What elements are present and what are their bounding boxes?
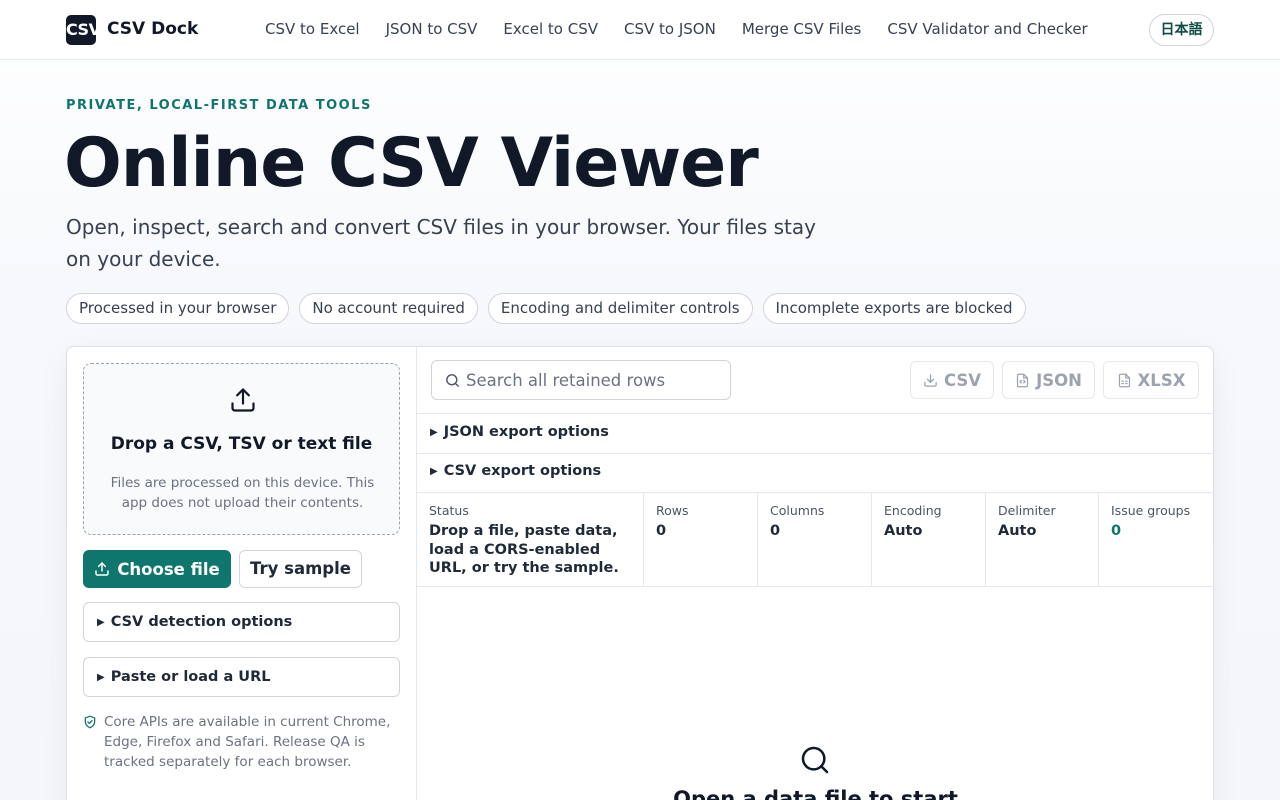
export-json-label: JSON [1036,370,1082,390]
stat-issue-groups: Issue groups 0 [1099,492,1214,586]
stat-label: Columns [770,503,825,518]
language-switch-button[interactable]: 日本語 [1149,14,1214,46]
stat-value: Auto [998,523,1037,539]
json-export-options-label: JSON export options [443,424,609,440]
hero-eyebrow: PRIVATE, LOCAL-FIRST DATA TOOLS [66,98,372,113]
file-spreadsheet-icon [1118,373,1130,387]
viewer-panel: Drop a CSV, TSV or text file Files are p… [66,346,1214,800]
export-json-button[interactable]: JSON [1002,361,1095,399]
csv-detection-label: CSV detection options [110,614,293,630]
search-icon [446,374,459,387]
feature-pill: Encoding and delimiter controls [487,293,753,324]
empty-state-title: Open a data file to start [673,787,958,800]
dropzone-title: Drop a CSV, TSV or text file [110,434,373,454]
stat-value: 0 [1111,523,1122,539]
page-title: Online CSV Viewer [64,124,759,203]
divider [417,453,1214,454]
stat-delimiter: Delimiter Auto [986,492,1099,586]
upload-icon [95,562,110,576]
nav-merge-csv[interactable]: Merge CSV Files [742,20,862,38]
disclosure-triangle-icon: ▶ [97,617,105,628]
search-icon [801,746,829,774]
stat-columns: Columns 0 [758,492,872,586]
file-code-icon [1016,373,1029,387]
stats-bar: Status Drop a file, paste data, load a C… [417,492,1214,587]
export-csv-label: CSV [943,370,982,390]
search-input[interactable] [466,363,720,397]
nav-json-to-csv[interactable]: JSON to CSV [386,20,478,38]
feature-pills: Processed in your browser No account req… [66,293,1026,324]
disclosure-triangle-icon: ▶ [97,672,105,683]
hero-subtitle: Open, inspect, search and convert CSV fi… [66,215,816,271]
file-dropzone[interactable]: Drop a CSV, TSV or text file Files are p… [83,363,400,535]
top-bar: CSV CSV Dock CSV to Excel JSON to CSV Ex… [0,0,1280,60]
export-xlsx-button[interactable]: XLSX [1103,361,1199,399]
json-export-options-toggle[interactable]: ▶ JSON export options [430,424,609,440]
stat-value: Auto [884,523,923,539]
status-message: Drop a file, paste data, load a CORS-ena… [429,523,619,576]
divider [417,413,1214,414]
stat-value: 0 [656,523,667,539]
feature-pill: No account required [299,293,478,324]
stat-encoding: Encoding Auto [872,492,986,586]
main-nav: CSV to Excel JSON to CSV Excel to CSV CS… [265,20,1088,38]
feature-pill: Incomplete exports are blocked [762,293,1026,324]
brand-name[interactable]: CSV Dock [107,19,198,39]
dropzone-note: Files are processed on this device. This… [110,475,375,511]
search-box[interactable] [431,360,731,400]
paste-url-label: Paste or load a URL [110,669,271,685]
upload-icon [231,388,255,412]
compat-text: Core APIs are available in current Chrom… [104,714,391,770]
stat-label: Issue groups [1111,503,1191,518]
stat-rows: Rows 0 [644,492,758,586]
nav-excel-to-csv[interactable]: Excel to CSV [503,20,598,38]
logo-icon[interactable]: CSV [66,15,96,45]
disclosure-triangle-icon: ▶ [430,427,438,438]
stat-label: Rows [656,503,689,518]
feature-pill: Processed in your browser [66,293,290,324]
output-column: CSV JSON XLSX ▶ JSON export options ▶ CSV … [417,347,1214,800]
stat-status: Status Drop a file, paste data, load a C… [417,492,644,586]
nav-csv-to-excel[interactable]: CSV to Excel [265,20,360,38]
csv-export-options-toggle[interactable]: ▶ CSV export options [430,463,601,479]
browser-compat-note: Core APIs are available in current Chrom… [83,712,393,772]
choose-file-label: Choose file [117,559,220,579]
stat-label: Delimiter [998,503,1056,518]
export-xlsx-label: XLSX [1137,370,1186,390]
export-csv-button[interactable]: CSV [910,361,994,399]
stat-label: Status [429,503,469,518]
download-icon [924,373,937,387]
try-sample-button[interactable]: Try sample [239,550,362,588]
csv-detection-options-toggle[interactable]: ▶ CSV detection options [83,602,400,642]
stat-label: Encoding [884,503,942,518]
disclosure-triangle-icon: ▶ [430,466,438,477]
input-column: Drop a CSV, TSV or text file Files are p… [67,347,417,800]
choose-file-button[interactable]: Choose file [83,550,231,588]
paste-url-toggle[interactable]: ▶ Paste or load a URL [83,657,400,697]
nav-csv-to-json[interactable]: CSV to JSON [624,20,716,38]
shield-check-icon [84,715,96,729]
stat-value: 0 [770,523,781,539]
nav-csv-validator[interactable]: CSV Validator and Checker [887,20,1087,38]
csv-export-options-label: CSV export options [443,463,602,479]
